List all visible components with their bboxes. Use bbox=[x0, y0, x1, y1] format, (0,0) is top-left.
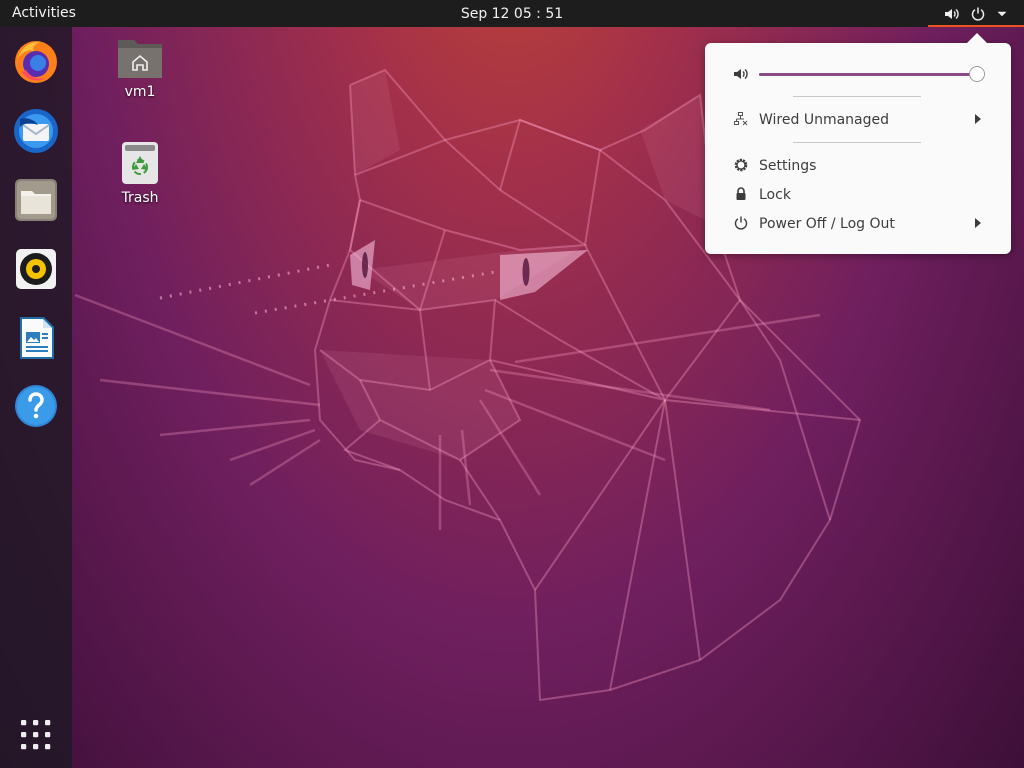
files-icon bbox=[15, 179, 57, 221]
home-folder-icon bbox=[118, 40, 162, 78]
submenu-arrow-icon bbox=[975, 114, 981, 124]
lock-icon bbox=[736, 187, 746, 200]
activities-button[interactable]: Activities bbox=[12, 0, 76, 27]
dropdown-arrow-icon bbox=[997, 11, 1007, 16]
show-applications-icon bbox=[21, 720, 51, 750]
show-applications-button[interactable] bbox=[11, 710, 61, 760]
power-icon bbox=[734, 216, 748, 230]
desktop-icon-home[interactable]: vm1 bbox=[100, 36, 180, 100]
help-icon bbox=[15, 385, 57, 427]
dock-item-files[interactable] bbox=[11, 175, 61, 225]
top-bar: Activities Sep 12 05 : 51 bbox=[0, 0, 1024, 27]
menu-item-label: Lock bbox=[759, 186, 791, 203]
trash-icon bbox=[122, 142, 158, 184]
menu-separator bbox=[793, 142, 921, 143]
wired-network-icon bbox=[734, 112, 748, 126]
menu-item-wired-network[interactable]: Wired Unmanaged bbox=[705, 105, 1011, 134]
menu-item-label: Settings bbox=[759, 157, 817, 174]
clock-area: Sep 12 05 : 51 bbox=[0, 0, 1024, 27]
desktop-icon-label: vm1 bbox=[124, 84, 156, 100]
menu-item-power-off[interactable]: Power Off / Log Out bbox=[705, 209, 1011, 238]
date-time-display[interactable]: Sep 12 05 : 51 bbox=[461, 6, 563, 22]
menu-item-label: Power Off / Log Out bbox=[759, 215, 895, 232]
menu-pointer bbox=[966, 33, 988, 44]
thunderbird-icon bbox=[14, 109, 58, 153]
menu-separator bbox=[793, 96, 921, 97]
volume-slider-knob[interactable] bbox=[969, 66, 985, 82]
menu-item-lock[interactable]: Lock bbox=[705, 180, 1011, 209]
power-icon bbox=[971, 7, 985, 21]
volume-slider[interactable] bbox=[759, 66, 985, 82]
dock-item-help[interactable] bbox=[11, 381, 61, 431]
dock-item-rhythmbox[interactable] bbox=[11, 244, 61, 294]
volume-icon bbox=[945, 8, 959, 19]
dock-item-thunderbird[interactable] bbox=[11, 106, 61, 156]
dock bbox=[0, 27, 72, 768]
dock-item-firefox[interactable] bbox=[11, 37, 61, 87]
menu-item-settings[interactable]: Settings bbox=[705, 151, 1011, 180]
menu-item-label: Wired Unmanaged bbox=[759, 111, 889, 128]
volume-icon bbox=[734, 68, 748, 80]
volume-slider-fill bbox=[759, 73, 976, 76]
desktop-icon-trash[interactable]: Trash bbox=[100, 140, 180, 206]
volume-row bbox=[705, 61, 1011, 87]
desktop-icon-label: Trash bbox=[121, 190, 159, 206]
system-menu: Wired Unmanaged Settings Lock Power Off … bbox=[705, 43, 1011, 254]
libreoffice-writer-icon bbox=[20, 317, 54, 359]
firefox-icon bbox=[15, 41, 57, 83]
dock-item-libreoffice-writer[interactable] bbox=[11, 313, 61, 363]
rhythmbox-icon bbox=[16, 249, 56, 289]
submenu-arrow-icon bbox=[975, 218, 981, 228]
settings-gear-icon bbox=[734, 158, 748, 172]
system-menu-button[interactable] bbox=[928, 0, 1024, 27]
